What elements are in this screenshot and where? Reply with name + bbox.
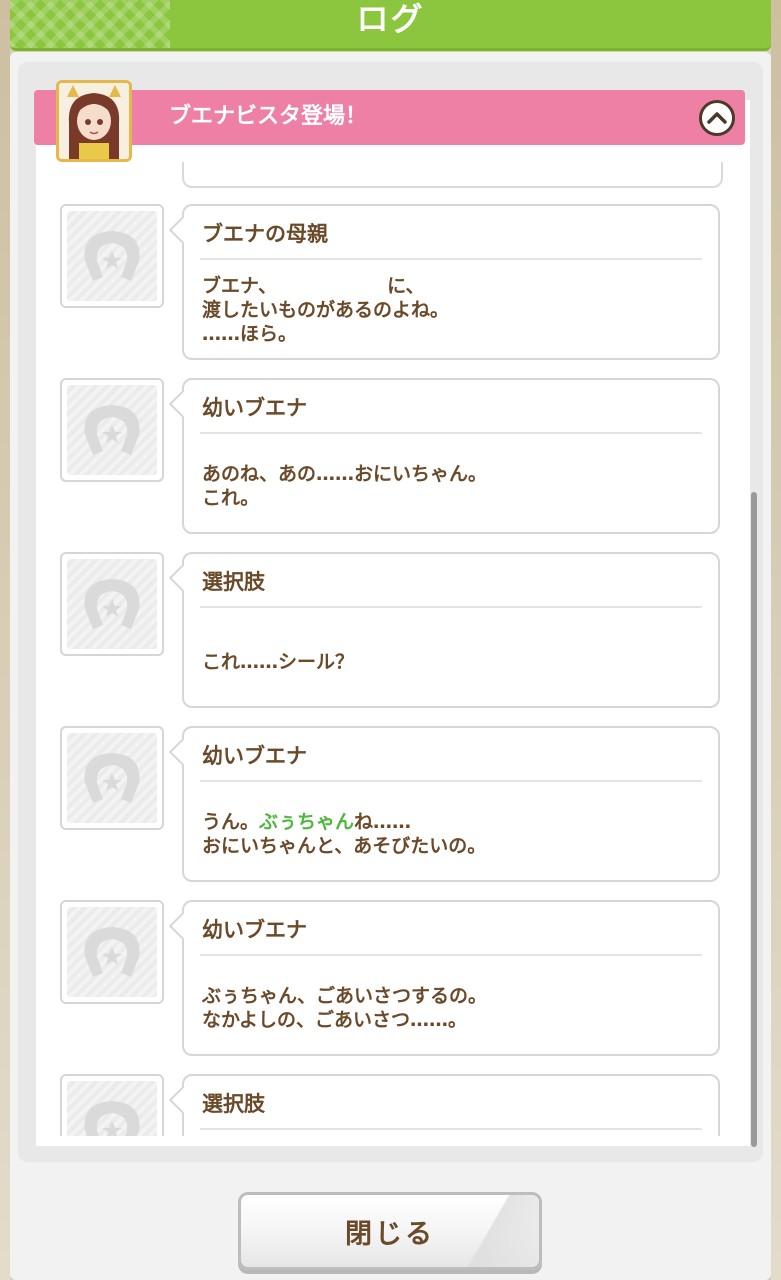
speaker-name: 選択肢 bbox=[202, 570, 265, 594]
horseshoe-icon bbox=[84, 579, 140, 629]
log-entry: 選択肢 bbox=[60, 1074, 720, 1136]
speaker-avatar bbox=[60, 552, 164, 656]
divider bbox=[200, 606, 702, 608]
background-right bbox=[771, 0, 781, 1280]
character-icon bbox=[56, 80, 132, 162]
speaker-name: 幼いブエナ bbox=[202, 744, 307, 768]
chapter-header[interactable]: ブエナビスタ登場！ bbox=[34, 90, 745, 145]
character-portrait bbox=[59, 83, 129, 159]
speaker-name: ブエナの母親 bbox=[202, 222, 328, 246]
horseshoe-icon bbox=[84, 1101, 140, 1136]
speaker-avatar bbox=[60, 1074, 164, 1136]
message-text: うん。ぶぅちゃんね…… おにいちゃんと、あそびたいの。 bbox=[202, 811, 487, 857]
chevron-up-icon bbox=[707, 112, 727, 124]
message-text: ぶぅちゃん、ごあいさつするの。 なかよしの、ごあいさつ……。 bbox=[202, 985, 488, 1031]
speaker-name: 幼いブエナ bbox=[202, 918, 307, 942]
horseshoe-icon bbox=[84, 231, 140, 281]
message-bubble: ブエナの母親 ブエナ、 に、 渡したいものがあるのよね。 ……ほら。 bbox=[168, 204, 720, 360]
close-button[interactable]: 閉じる bbox=[238, 1192, 542, 1270]
divider bbox=[200, 258, 702, 260]
speaker-name: 幼いブエナ bbox=[202, 396, 307, 420]
speaker-name: 選択肢 bbox=[202, 1092, 265, 1116]
scrollbar[interactable] bbox=[751, 492, 757, 1147]
message-bubble: 幼いブエナ ぶぅちゃん、ごあいさつするの。 なかよしの、ごあいさつ……。 bbox=[168, 900, 720, 1056]
speaker-avatar bbox=[60, 204, 164, 308]
log-entry-clip: 選択肢 bbox=[60, 1074, 720, 1136]
divider bbox=[200, 432, 702, 434]
message-bubble: 幼いブエナ うん。ぶぅちゃんね…… おにいちゃんと、あそびたいの。 bbox=[168, 726, 720, 882]
highlighted-term: ぶぅちゃん bbox=[259, 811, 355, 833]
message-text: あのね、あの……おにいちゃん。 これ。 bbox=[202, 463, 488, 509]
log-entry: 幼いブエナ ぶぅちゃん、ごあいさつするの。 なかよしの、ごあいさつ……。 bbox=[60, 900, 720, 1056]
message-bubble: 選択肢 bbox=[168, 1074, 720, 1136]
divider bbox=[200, 954, 702, 956]
horseshoe-icon bbox=[84, 753, 140, 803]
message-bubble: 幼いブエナ あのね、あの……おにいちゃん。 これ。 bbox=[168, 378, 720, 534]
log-header: ログ bbox=[10, 0, 771, 51]
message-bubble: 選択肢 これ……シール？ bbox=[168, 552, 720, 708]
log-entry: ブエナの母親 ブエナ、 に、 渡したいものがあるのよね。 ……ほら。 bbox=[60, 204, 720, 360]
chapter-title: ブエナビスタ登場！ bbox=[169, 104, 368, 129]
speaker-avatar bbox=[60, 900, 164, 1004]
log-entry: 選択肢 これ……シール？ bbox=[60, 552, 720, 708]
log-entry: 幼いブエナ うん。ぶぅちゃんね…… おにいちゃんと、あそびたいの。 bbox=[60, 726, 720, 882]
close-button-label: 閉じる bbox=[345, 1218, 435, 1250]
redacted-name bbox=[277, 276, 388, 297]
page-title: ログ bbox=[356, 0, 425, 38]
divider bbox=[200, 780, 702, 782]
log-entry: 幼いブエナ あのね、あの……おにいちゃん。 これ。 bbox=[60, 378, 720, 534]
speaker-avatar bbox=[60, 726, 164, 830]
previous-entry-bubble bbox=[182, 162, 723, 188]
horseshoe-icon bbox=[84, 927, 140, 977]
message-text: ブエナ、 に、 渡したいものがあるのよね。 ……ほら。 bbox=[202, 275, 450, 345]
horseshoe-icon bbox=[84, 405, 140, 455]
divider bbox=[200, 1128, 702, 1130]
speaker-avatar bbox=[60, 378, 164, 482]
collapse-button[interactable] bbox=[699, 100, 735, 136]
background-left bbox=[0, 0, 10, 1280]
message-text: これ……シール？ bbox=[202, 651, 355, 673]
